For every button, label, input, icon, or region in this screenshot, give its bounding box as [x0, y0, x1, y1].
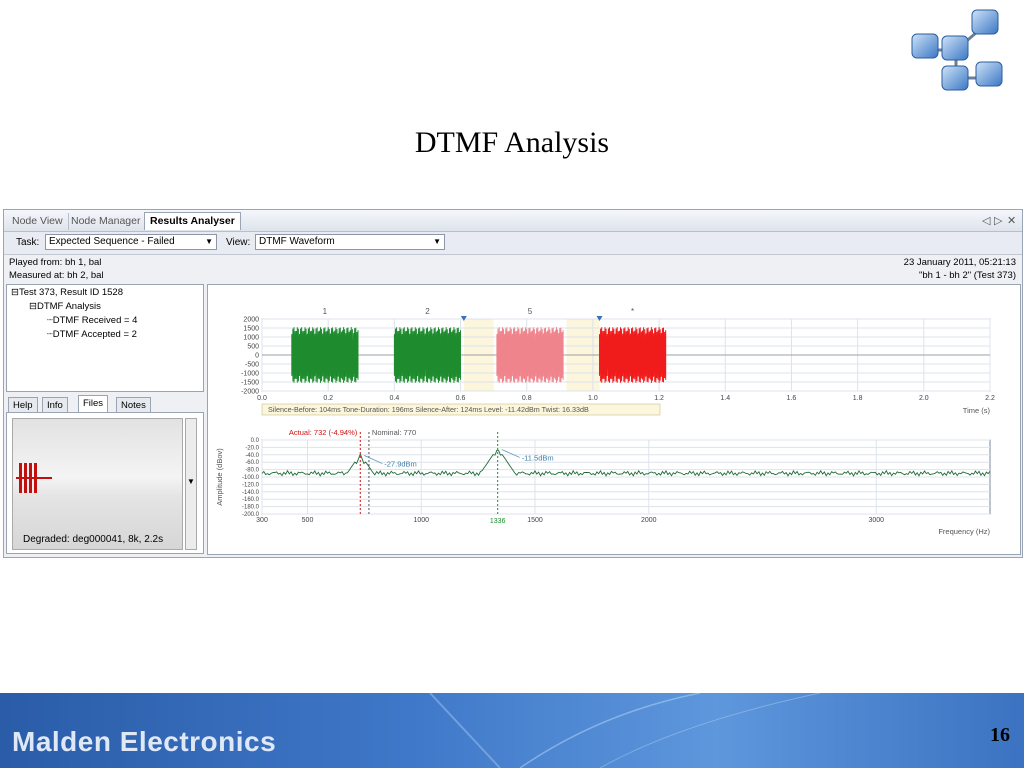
peak-level-label: -11.5dBm [522, 453, 554, 462]
collapse-icon[interactable]: ⊟ [29, 301, 37, 312]
y-tick-label: -180.0 [242, 505, 260, 511]
tone-label: * [631, 307, 634, 316]
tone-burst [599, 327, 667, 383]
measured-at: Measured at: bh 2, bal [9, 270, 104, 281]
x-tick-label: 0.8 [522, 395, 532, 402]
file-scrollbar[interactable]: ▼ [185, 418, 197, 550]
slide-title: DTMF Analysis [414, 126, 610, 159]
results-analyser-window: Node View Node Manager Results Analyser … [3, 209, 1023, 558]
tree-leaf-accepted[interactable]: ┈DTMF Accepted = 2 [47, 329, 137, 340]
info-tab-bar: Help Info Files Notes [6, 395, 204, 414]
brand-name: Malden Electronics [12, 726, 277, 757]
x-tick-label: 0.4 [389, 395, 399, 402]
x-tick-label: 3000 [868, 517, 884, 524]
y-tick-label: 2000 [243, 317, 259, 324]
peak-level-label: -27.9dBm [384, 460, 417, 469]
y-tick-label: -200.0 [242, 512, 260, 518]
plot-area: 0.0 0.2 0.4 0.6 0.8 1.0 1.2 1.4 1.6 1.8 2.0 2.2 2000… [207, 284, 1021, 555]
page-number: 16 [990, 724, 1010, 746]
y-tick-label: -1500 [241, 380, 259, 387]
chevron-down-icon: ▼ [433, 237, 441, 246]
x-axis-label: Frequency (Hz) [938, 527, 990, 536]
y-tick-label: -160.0 [242, 497, 260, 503]
y-tick-label: -100.0 [242, 475, 260, 481]
network-cubes-logo [911, 9, 1003, 91]
chevron-down-icon[interactable]: ▼ [187, 477, 195, 486]
y-tick-label: -1000 [241, 371, 259, 378]
task-select-value: Expected Sequence - Failed [49, 236, 175, 247]
chevron-down-icon: ▼ [205, 237, 213, 246]
y-tick-label: -20.0 [245, 445, 259, 451]
toolbar: Task: Expected Sequence - Failed ▼ View:… [4, 232, 1022, 255]
waveform-thumbnail-icon [16, 463, 52, 493]
x-tick-label: 500 [302, 517, 314, 524]
y-tick-label: 0.0 [251, 438, 260, 444]
view-tab-bar: Node View Node Manager Results Analyser … [4, 210, 1022, 232]
tab-results-analyser[interactable]: Results Analyser [144, 212, 241, 230]
task-label: Task: [16, 237, 40, 248]
test-name: "bh 1 - bh 2" (Test 373) [918, 270, 1016, 281]
file-caption: Degraded: deg000041, 8k, 2.2s [23, 534, 164, 545]
y-tick-label: -500 [245, 362, 259, 369]
y-tick-label: 500 [247, 344, 259, 351]
tree-leaf-received[interactable]: ┈DTMF Received = 4 [47, 315, 137, 326]
tab-files[interactable]: Files [78, 395, 109, 413]
y-tick-label: -120.0 [242, 482, 260, 488]
slide-footer: Malden Electronics 16 [0, 693, 1024, 768]
view-label: View: [226, 237, 251, 248]
view-select-value: DTMF Waveform [259, 236, 335, 247]
x-tick-label: 1.2 [654, 395, 664, 402]
x-tick-label: 1.8 [853, 395, 863, 402]
tone-burst [496, 327, 564, 383]
selected-frequency-label: 1336 [490, 518, 506, 525]
waveform-chart: 0.0 0.2 0.4 0.6 0.8 1.0 1.2 1.4 1.6 1.8 2.0 2.2 2000… [241, 307, 995, 416]
y-tick-label: 0 [255, 353, 259, 360]
x-tick-label: 0.6 [456, 395, 466, 402]
y-axis-label: Amplitude (dBov) [215, 448, 224, 506]
tone-label: 5 [528, 307, 533, 316]
x-tick-label: 1.0 [588, 395, 598, 402]
y-tick-label: -2000 [241, 389, 259, 396]
result-datetime: 23 January 2011, 05:21:13 [903, 257, 1016, 268]
view-select[interactable]: DTMF Waveform ▼ [255, 234, 445, 250]
y-tick-label: 1500 [243, 326, 259, 333]
actual-frequency-label: Actual: 732 (-4.94%) [289, 428, 358, 437]
tone-burst [291, 327, 359, 383]
tone-label: 1 [323, 307, 328, 316]
file-thumbnail[interactable]: Degraded: deg000041, 8k, 2.2s [12, 418, 183, 550]
y-tick-label: -40.0 [245, 453, 259, 459]
next-tab-icon[interactable]: ▷ [994, 214, 1002, 227]
x-tick-label: 0.2 [323, 395, 333, 402]
tab-node-view[interactable]: Node View [7, 213, 69, 230]
close-icon[interactable]: ✕ [1007, 214, 1016, 227]
y-tick-label: 1000 [243, 335, 259, 342]
x-axis-label: Time (s) [963, 406, 991, 415]
x-tick-label: 2.0 [919, 395, 929, 402]
task-select[interactable]: Expected Sequence - Failed ▼ [45, 234, 217, 250]
result-tree: ⊟Test 373, Result ID 1528 ⊟DTMF Analysis… [6, 284, 204, 392]
y-tick-label: -60.0 [245, 460, 259, 466]
x-tick-label: 1.6 [787, 395, 797, 402]
x-tick-label: 300 [256, 517, 268, 524]
prev-tab-icon[interactable]: ◁ [982, 214, 990, 227]
collapse-icon[interactable]: ⊟ [11, 287, 19, 298]
x-tick-label: 0.0 [257, 395, 267, 402]
tree-node-test[interactable]: ⊟Test 373, Result ID 1528 [11, 287, 123, 298]
y-tick-label: -140.0 [242, 490, 260, 496]
tab-node-manager[interactable]: Node Manager [66, 213, 147, 230]
y-tick-label: -80.0 [245, 468, 259, 474]
x-tick-label: 2000 [641, 517, 657, 524]
files-panel: Degraded: deg000041, 8k, 2.2s ▼ [6, 412, 204, 554]
measurement-summary: Silence-Before: 104ms Tone-Duration: 196… [268, 405, 589, 414]
played-from: Played from: bh 1, bal [9, 257, 102, 268]
x-tick-label: 1.4 [720, 395, 730, 402]
tree-node-dtmf-analysis[interactable]: ⊟DTMF Analysis [29, 301, 101, 312]
tone-label: 2 [425, 307, 430, 316]
spectrum-chart: 300 500 1000 1500 2000 3000 0.0-20.0 -40.0-60.0… [215, 428, 991, 536]
x-tick-label: 2.2 [985, 395, 995, 402]
nominal-frequency-label: Nominal: 770 [372, 428, 416, 437]
tone-burst [393, 327, 461, 383]
x-tick-label: 1500 [527, 517, 543, 524]
x-tick-label: 1000 [413, 517, 429, 524]
